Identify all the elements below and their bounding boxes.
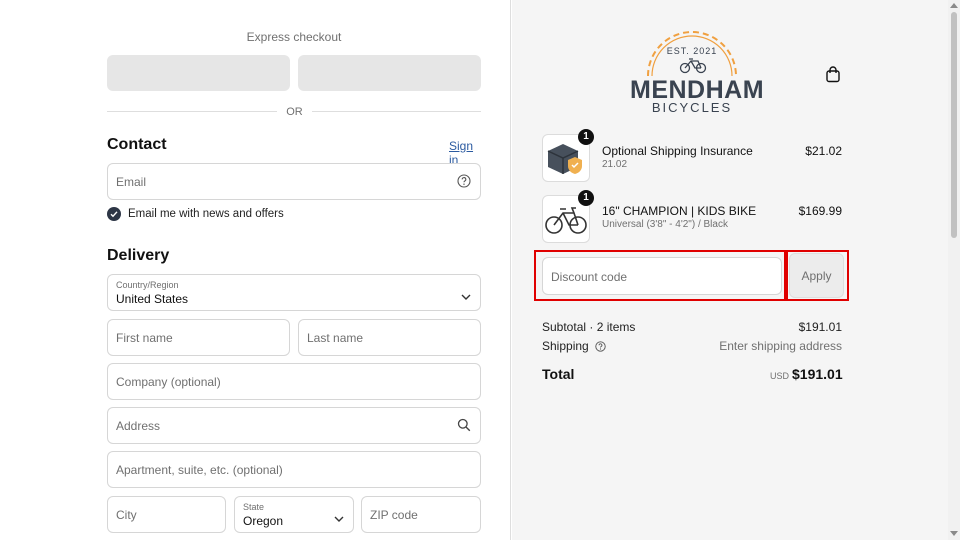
- zip-input[interactable]: ZIP code: [361, 496, 481, 533]
- brand-est: EST. 2021: [666, 46, 718, 56]
- total-label: Total: [542, 366, 575, 382]
- city-placeholder: City: [116, 508, 137, 522]
- country-select[interactable]: Country/Region United States: [107, 274, 481, 311]
- express-pay-button-1[interactable]: [107, 55, 290, 91]
- divider-left: [107, 111, 277, 112]
- cart-item: 1 16" CHAMPION | KIDS BIKE Universal (3'…: [542, 190, 842, 243]
- cart-item: 1 Optional Shipping Insurance 21.02 $21.…: [542, 129, 842, 182]
- shipping-label: Shipping: [542, 339, 589, 353]
- subtotal-label: Subtotal · 2 items: [542, 320, 636, 334]
- scroll-up-arrow-icon[interactable]: [950, 3, 958, 8]
- quantity-badge: 1: [578, 190, 594, 206]
- apply-discount-button[interactable]: Apply: [789, 253, 844, 298]
- scroll-down-arrow-icon[interactable]: [950, 531, 958, 536]
- state-label: State: [243, 502, 265, 512]
- chevron-down-icon: [334, 510, 344, 528]
- total-value: $191.01: [792, 366, 843, 382]
- email-placeholder: Email: [116, 175, 147, 189]
- state-value: Oregon: [243, 514, 284, 528]
- scroll-thumb[interactable]: [951, 12, 957, 238]
- email-field[interactable]: Email: [107, 163, 481, 200]
- apartment-placeholder: Apartment, suite, etc. (optional): [116, 463, 283, 477]
- shipping-value: Enter shipping address: [719, 339, 842, 353]
- first-name-placeholder: First name: [116, 331, 173, 345]
- item-variant: Universal (3'8" - 4'2") / Black: [602, 219, 728, 230]
- subtotal-value: $191.01: [798, 320, 842, 334]
- newsletter-label: Email me with news and offers: [128, 208, 284, 220]
- apartment-input[interactable]: Apartment, suite, etc. (optional): [107, 451, 481, 488]
- discount-code-input[interactable]: Discount code: [542, 257, 782, 295]
- zip-placeholder: ZIP code: [370, 508, 418, 522]
- divider-right: [312, 111, 481, 112]
- address-placeholder: Address: [116, 419, 161, 433]
- city-input[interactable]: City: [107, 496, 226, 533]
- contact-title: Contact: [107, 136, 167, 153]
- first-name-input[interactable]: First name: [107, 319, 290, 356]
- company-placeholder: Company (optional): [116, 375, 221, 389]
- last-name-input[interactable]: Last name: [298, 319, 481, 356]
- express-pay-button-2[interactable]: [298, 55, 481, 91]
- search-icon: [457, 418, 471, 437]
- item-price: $169.99: [798, 204, 842, 218]
- express-checkout-title: Express checkout: [246, 30, 342, 44]
- shopping-bag-icon[interactable]: [825, 66, 841, 88]
- total-currency: USD: [770, 371, 790, 381]
- item-price: $21.02: [805, 144, 842, 158]
- item-variant: 21.02: [602, 159, 628, 170]
- discount-placeholder: Discount code: [551, 270, 628, 284]
- item-name: 16" CHAMPION | KIDS BIKE: [602, 204, 757, 218]
- address-input[interactable]: Address: [107, 407, 481, 444]
- checkout-form-panel: Express checkout OR Contact Sign in Emai…: [0, 0, 511, 540]
- country-label: Country/Region: [116, 280, 179, 290]
- state-select[interactable]: State Oregon: [234, 496, 354, 533]
- quantity-badge: 1: [578, 129, 594, 145]
- or-divider-text: OR: [286, 106, 303, 118]
- delivery-title: Delivery: [107, 247, 170, 264]
- country-value: United States: [116, 292, 189, 306]
- newsletter-checkbox[interactable]: [107, 207, 121, 221]
- last-name-placeholder: Last name: [307, 331, 364, 345]
- help-circle-icon[interactable]: [457, 174, 471, 193]
- subtotal-row: Subtotal · 2 items $191.01: [542, 320, 842, 334]
- page-scrollbar[interactable]: [948, 0, 960, 540]
- company-input[interactable]: Company (optional): [107, 363, 481, 400]
- item-name: Optional Shipping Insurance: [602, 144, 753, 158]
- brand-logo[interactable]: EST. 2021 MENDHAM BICYCLES: [630, 30, 764, 116]
- brand-sub: BICYCLES: [651, 100, 733, 115]
- shipping-row: Shipping Enter shipping address: [542, 339, 842, 355]
- chevron-down-icon: [461, 288, 471, 306]
- shipping-help-icon[interactable]: [595, 341, 606, 355]
